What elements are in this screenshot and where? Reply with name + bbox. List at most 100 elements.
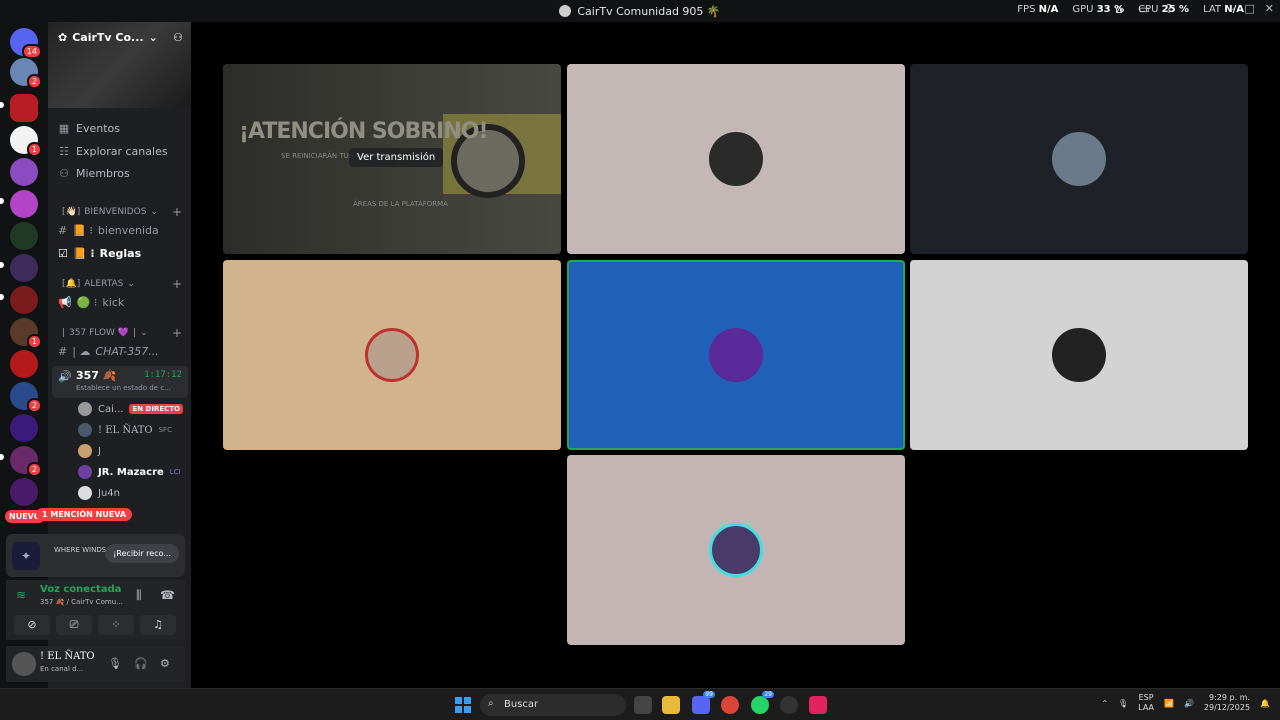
channel-chat[interactable]: # | ☁ CHAT-357...	[58, 345, 183, 358]
chevron-down-icon: ⌄	[140, 328, 148, 338]
server-icon[interactable]	[10, 222, 38, 250]
server-icon[interactable]	[10, 286, 38, 314]
chrome-icon[interactable]	[721, 696, 739, 714]
server-icon[interactable]	[10, 94, 38, 122]
add-channel-icon[interactable]: +	[172, 326, 182, 340]
start-button[interactable]	[455, 697, 471, 713]
search-box[interactable]: ⌕ Buscar	[480, 694, 626, 716]
participant-tile[interactable]	[223, 260, 561, 450]
server-icon[interactable]: 1	[10, 126, 42, 157]
server-icon[interactable]	[10, 254, 38, 282]
participant-tile[interactable]	[567, 64, 905, 254]
quest-icon: ✦	[12, 542, 40, 570]
unread-pip	[0, 294, 4, 300]
screen-share-button[interactable]: ⎚	[56, 615, 92, 635]
headphones-icon[interactable]: 🎧	[134, 657, 148, 670]
voice-member[interactable]: ! EL ÑATO SFC	[78, 423, 172, 437]
cpu-label: CPU	[1138, 4, 1159, 15]
speaker-icon: 🔊	[58, 370, 72, 383]
task-view-icon[interactable]	[634, 696, 652, 714]
disconnect-icon[interactable]: ☎	[160, 588, 175, 602]
activities-button[interactable]: ⁘	[98, 615, 134, 635]
claim-reward-button[interactable]: ¡Recibir reco...	[105, 544, 179, 563]
gpu-label: GPU	[1072, 4, 1094, 15]
channel-kick[interactable]: 📢 🟢 ⁝ kick	[58, 296, 183, 309]
invite-icon[interactable]: ⚇	[173, 31, 183, 44]
server-icon[interactable]	[10, 350, 38, 378]
camera-off-button[interactable]: ⊘	[14, 615, 50, 635]
app-icon[interactable]	[780, 696, 798, 714]
settings-icon[interactable]: ⚙	[160, 657, 170, 670]
language-indicator[interactable]: ESP LAA	[1138, 693, 1154, 713]
server-icon[interactable]: 1	[10, 318, 42, 349]
voice-location[interactable]: 357 🍂 / CairTv Comu...	[40, 598, 123, 606]
participant-tile[interactable]	[910, 260, 1248, 450]
avatar	[78, 402, 92, 416]
voice-status[interactable]: Establece un estado de c...	[76, 384, 171, 392]
voice-member[interactable]: Cai... EN DIRECTO	[78, 402, 183, 416]
server-icon[interactable]	[10, 190, 38, 218]
server-icon[interactable]	[10, 414, 38, 442]
chevron-up-icon[interactable]: ⌃	[1101, 699, 1108, 708]
voice-channel-active[interactable]: 🔊 357 🍂 1:17:12 Establece un estado de c…	[52, 366, 188, 398]
channel-reglas[interactable]: ☑ 📙 ⁝ Reglas	[58, 247, 183, 260]
voice-timer: 1:17:12	[144, 370, 182, 380]
server-icon[interactable]: 2	[10, 382, 42, 413]
wifi-icon[interactable]: 📶	[1164, 699, 1174, 708]
window-title: CairTv Comunidad 905 🌴	[559, 5, 721, 18]
server-icon[interactable]: 2	[10, 446, 42, 477]
microphone-icon[interactable]: 🎙	[1118, 699, 1128, 708]
participant-avatar	[709, 132, 763, 186]
voice-member[interactable]: J	[78, 444, 101, 458]
close-icon[interactable]: ✕	[1265, 2, 1274, 15]
avatar	[78, 486, 92, 500]
unread-badge: 14	[21, 44, 42, 59]
maximize-icon[interactable]: □	[1244, 2, 1254, 15]
direct-messages-button[interactable]: 14	[10, 28, 42, 59]
participant-tile[interactable]	[567, 455, 905, 645]
file-explorer-icon[interactable]	[662, 696, 680, 714]
whatsapp-icon[interactable]: 29	[751, 691, 774, 714]
nav-members[interactable]: ⚇ Miembros	[58, 167, 130, 180]
unread-badge: 1	[26, 334, 42, 349]
add-channel-icon[interactable]: +	[172, 277, 182, 291]
server-icon[interactable]: 2	[10, 58, 42, 89]
stream-tile[interactable]: ¡ATENCIÓN SOBRINO! SE REINICIARÁN TUS PU…	[223, 64, 561, 254]
server-icon[interactable]	[10, 158, 38, 186]
clock[interactable]: 9:29 p. m. 29/12/2025	[1204, 693, 1250, 713]
add-channel-icon[interactable]: +	[172, 205, 182, 219]
user-name[interactable]: ! EL ÑATO	[40, 651, 95, 662]
discord-icon[interactable]: 99	[692, 691, 715, 714]
user-status: En canal d...	[40, 665, 84, 673]
tiktok-icon[interactable]	[809, 696, 827, 714]
minimize-icon[interactable]: –	[1229, 2, 1235, 15]
voice-member[interactable]: JR. Mazacre LCI	[78, 465, 181, 479]
soundboard-button[interactable]: ♫	[140, 615, 176, 635]
nav-browse-channels[interactable]: ☷ Explorar canales	[58, 145, 168, 158]
voice-status-label: Voz conectada	[40, 584, 122, 595]
voice-member[interactable]: Ju4n	[78, 486, 120, 500]
new-mention-button[interactable]: 1 MENCIÓN NUEVA	[36, 508, 133, 521]
microphone-icon[interactable]: 🎙	[108, 657, 122, 670]
chevron-down-icon: ⌄	[127, 279, 135, 289]
notification-icon[interactable]: 🔔	[1260, 699, 1270, 708]
live-badge: EN DIRECTO	[129, 404, 183, 414]
noise-suppression-icon[interactable]: ⫼	[136, 588, 142, 603]
watch-stream-button[interactable]: Ver transmisión	[349, 148, 444, 167]
participant-tile-speaking[interactable]	[567, 260, 905, 450]
server-icon[interactable]	[10, 478, 38, 506]
nav-events[interactable]: ▦ Eventos	[58, 122, 120, 135]
category-alertas[interactable]: [🔔] ALERTAS ⌄ +	[62, 277, 182, 291]
unread-badge: 2	[26, 462, 42, 477]
user-avatar[interactable]	[12, 652, 36, 676]
server-name[interactable]: ✿ CairTv Co... ⌄	[58, 31, 158, 44]
channel-bienvenida[interactable]: # 📙 ⁝ bienvenida	[58, 224, 183, 237]
participant-tile[interactable]	[910, 64, 1248, 254]
volume-icon[interactable]: 🔊	[1184, 699, 1194, 708]
window-controls: – □ ✕	[1229, 2, 1274, 15]
unread-pip	[0, 454, 4, 460]
category-flow[interactable]: | 357 FLOW 💜 | ⌄ +	[62, 326, 182, 340]
category-bienvenidos[interactable]: [👋🏻] BIENVENIDOS ⌄ +	[62, 205, 182, 219]
signal-icon[interactable]: ≋	[16, 588, 26, 602]
avatar	[78, 465, 92, 479]
